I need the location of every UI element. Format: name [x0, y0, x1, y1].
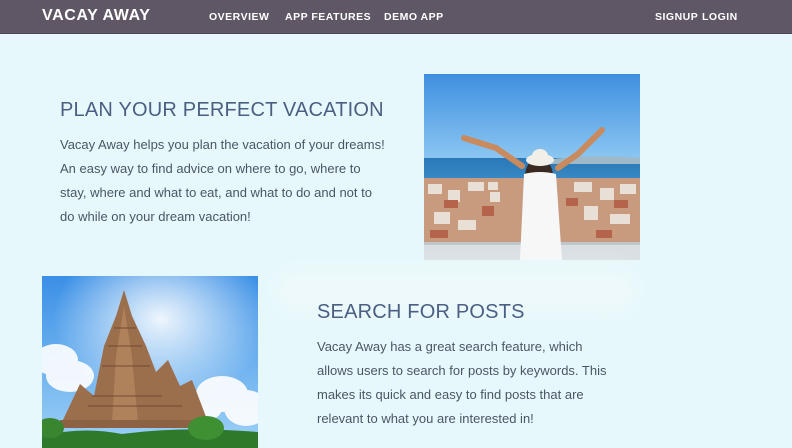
vacation-photo [424, 74, 640, 260]
top-navbar: VACAY AWAY OVERVIEW APP FEATURES DEMO AP… [0, 0, 792, 34]
section-highlight [282, 276, 630, 304]
brand-logo[interactable]: VACAY AWAY [42, 7, 151, 25]
login-link[interactable]: LOGIN [702, 11, 738, 23]
signup-link[interactable]: SIGNUP [655, 11, 698, 23]
temple-photo [42, 276, 258, 448]
section-text-plan-vacation: Vacay Away helps you plan the vacation o… [60, 137, 385, 224]
nav-link-demo-app[interactable]: DEMO APP [384, 11, 444, 23]
section-title-plan-vacation: PLAN YOUR PERFECT VACATION [60, 99, 384, 121]
section-text-search-posts: Vacay Away has a great search feature, w… [317, 339, 607, 426]
nav-link-overview[interactable]: OVERVIEW [209, 11, 269, 23]
nav-link-app-features[interactable]: APP FEATURES [285, 11, 371, 23]
section-title-search-posts: SEARCH FOR POSTS [317, 301, 525, 323]
